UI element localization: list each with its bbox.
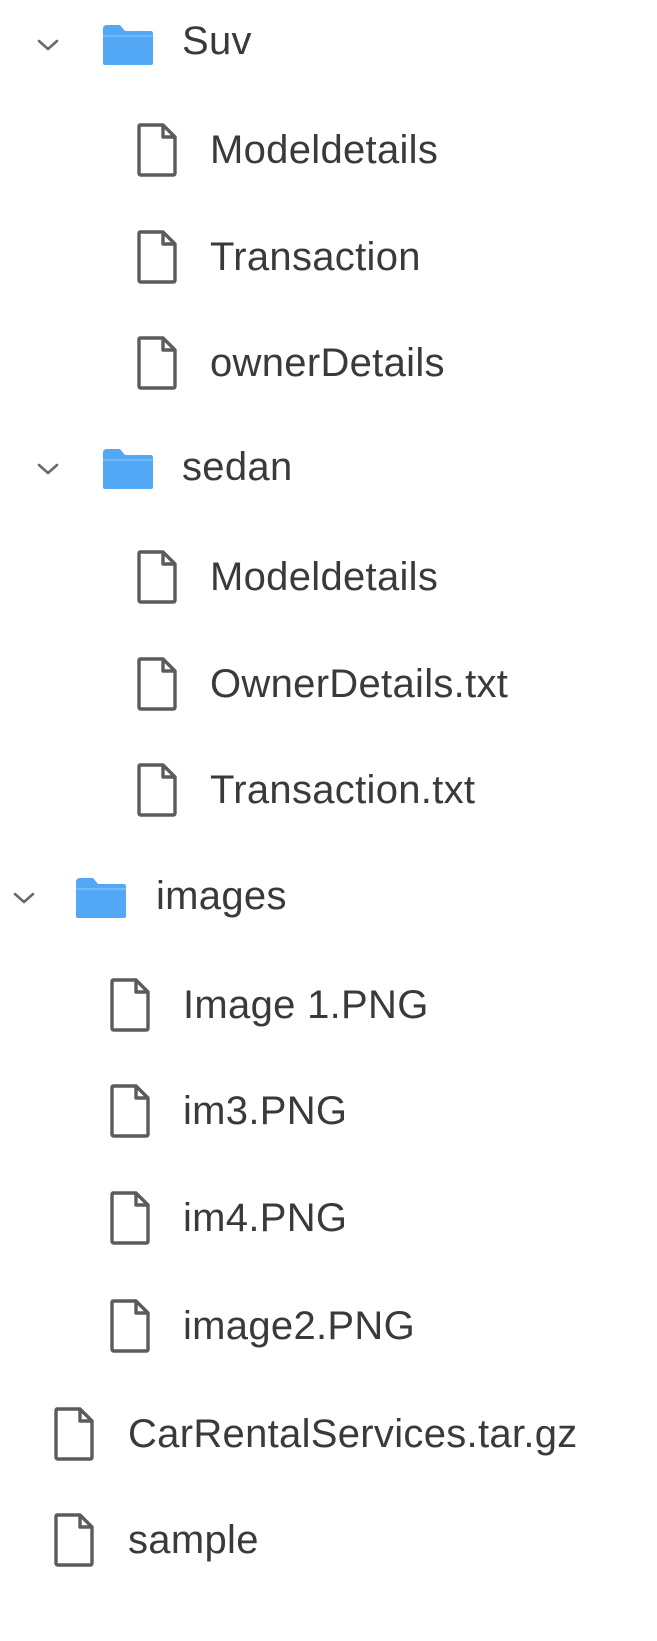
tree-item-label: Modeldetails xyxy=(210,128,439,172)
tree-folder-sedan[interactable]: sedan xyxy=(0,419,657,519)
folder-icon xyxy=(76,878,126,918)
tree-file-carrentalservices[interactable]: CarRentalServices.tar.gz xyxy=(0,1384,657,1484)
file-icon xyxy=(137,550,177,604)
tree-file-suv-modeldetails[interactable]: Modeldetails xyxy=(0,100,657,200)
chevron-down-icon[interactable] xyxy=(34,455,62,483)
tree-file-suv-ownerdetails[interactable]: ownerDetails xyxy=(0,313,657,413)
tree-file-images-im4[interactable]: im4.PNG xyxy=(0,1168,657,1268)
tree-item-label: images xyxy=(156,874,287,918)
file-icon xyxy=(137,336,177,390)
tree-item-label: OwnerDetails.txt xyxy=(210,662,509,706)
tree-file-images-image2[interactable]: image2.PNG xyxy=(0,1276,657,1376)
chevron-down-icon[interactable] xyxy=(34,31,62,59)
tree-item-label: im4.PNG xyxy=(183,1196,348,1240)
tree-file-sample[interactable]: sample xyxy=(0,1490,657,1590)
tree-file-sedan-transaction[interactable]: Transaction.txt xyxy=(0,740,657,840)
tree-item-label: sedan xyxy=(182,445,293,489)
tree-file-images-image1[interactable]: Image 1.PNG xyxy=(0,955,657,1055)
folder-icon xyxy=(103,25,153,65)
tree-folder-images[interactable]: images xyxy=(0,848,657,948)
tree-folder-suv[interactable]: Suv xyxy=(0,0,657,95)
file-icon xyxy=(110,1084,150,1138)
tree-item-label: Transaction.txt xyxy=(210,768,476,812)
file-icon xyxy=(110,1299,150,1353)
tree-item-label: Image 1.PNG xyxy=(183,983,429,1027)
tree-file-suv-transaction[interactable]: Transaction xyxy=(0,207,657,307)
file-tree: Suv Modeldetails Transaction ownerDetail… xyxy=(0,0,657,1641)
file-icon xyxy=(137,657,177,711)
tree-item-label: CarRentalServices.tar.gz xyxy=(128,1412,578,1456)
file-icon xyxy=(110,1191,150,1245)
tree-item-label: Suv xyxy=(182,19,252,63)
tree-item-label: Transaction xyxy=(210,235,421,279)
file-icon xyxy=(137,763,177,817)
chevron-down-icon[interactable] xyxy=(10,884,38,912)
file-icon xyxy=(137,123,177,177)
file-icon xyxy=(137,230,177,284)
tree-item-label: image2.PNG xyxy=(183,1304,415,1348)
tree-item-label: Modeldetails xyxy=(210,555,439,599)
file-icon xyxy=(54,1513,94,1567)
tree-item-label: ownerDetails xyxy=(210,341,445,385)
tree-file-sedan-modeldetails[interactable]: Modeldetails xyxy=(0,527,657,627)
tree-file-images-im3[interactable]: im3.PNG xyxy=(0,1061,657,1161)
tree-file-sedan-ownerdetails[interactable]: OwnerDetails.txt xyxy=(0,634,657,734)
folder-icon xyxy=(103,449,153,489)
tree-item-label: im3.PNG xyxy=(183,1089,348,1133)
tree-item-label: sample xyxy=(128,1518,259,1562)
file-icon xyxy=(54,1407,94,1461)
file-icon xyxy=(110,978,150,1032)
